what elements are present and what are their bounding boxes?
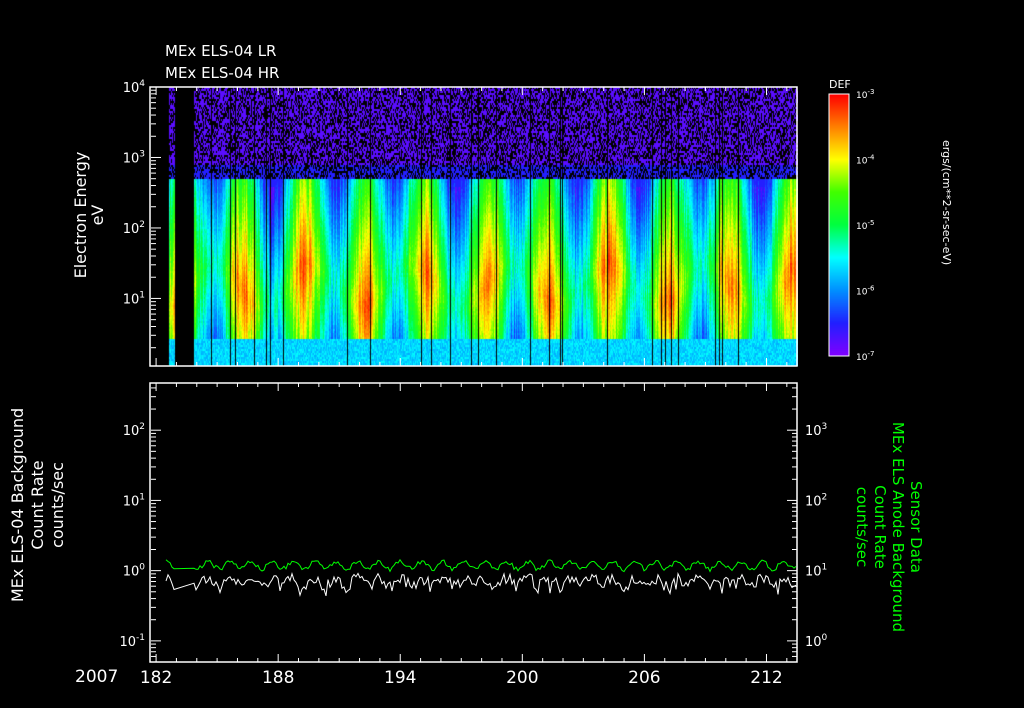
colorbar-tick-label: 10-6 <box>856 285 875 298</box>
colorbar-tick-label: 10-5 <box>856 219 874 232</box>
bottom-panel-frame <box>149 382 798 663</box>
left-count-axis-tick-label: 102 <box>123 422 145 439</box>
colorbar-tick-label: 10-3 <box>856 88 874 101</box>
series-line-0 <box>165 571 797 598</box>
series-line-1 <box>165 558 797 573</box>
x-tick-label: 212 <box>750 668 782 688</box>
right-count-axis-tick-label: 102 <box>805 492 827 509</box>
left-count-axis-tick-label: 100 <box>123 563 146 580</box>
right-count-axis-tick-label: 100 <box>805 633 828 650</box>
x-tick-label: 200 <box>506 668 538 688</box>
colorbar-tick-label: 10-4 <box>856 154 875 167</box>
x-tick-label: 194 <box>384 668 416 688</box>
x-tick-label: 182 <box>140 668 172 688</box>
count-rate-series <box>165 558 797 598</box>
plot-axes: 101 102 103 104 10-1 100 101 102 100 101 102 103 182… <box>119 79 875 688</box>
colorbar-frame <box>828 93 850 357</box>
x-tick-label: 206 <box>628 668 660 688</box>
right-count-axis-tick-label: 103 <box>805 422 827 439</box>
left-count-axis-tick-label: 10-1 <box>119 633 145 650</box>
energy-axis-tick-label: 101 <box>123 290 145 307</box>
left-count-axis-tick-label: 101 <box>123 492 145 509</box>
energy-axis-tick-label: 104 <box>123 79 146 96</box>
energy-axis-tick-label: 102 <box>123 220 145 237</box>
energy-axis-tick-label: 103 <box>123 149 145 166</box>
x-tick-label: 188 <box>262 668 294 688</box>
colorbar-tick-label: 10-7 <box>856 350 874 363</box>
right-count-axis-tick-label: 101 <box>805 563 827 580</box>
top-panel-frame <box>149 86 798 367</box>
